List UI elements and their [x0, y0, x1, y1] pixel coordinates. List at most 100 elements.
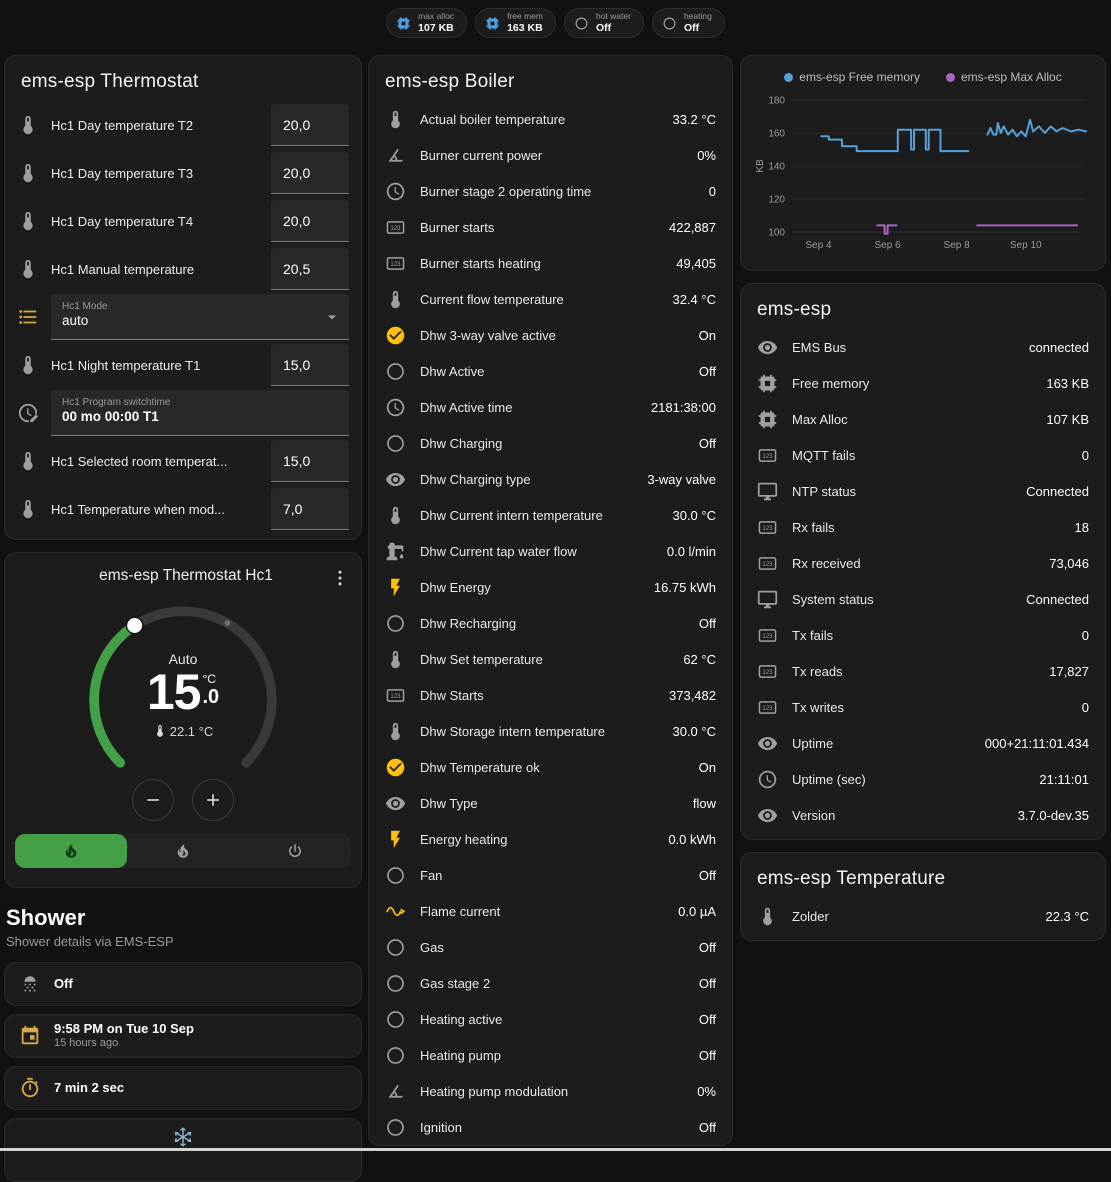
mode-select[interactable]: Hc1 Modeauto — [51, 294, 349, 340]
entity-row-dhw-set-temperature[interactable]: Dhw Set temperature62 °C — [369, 641, 732, 677]
entity-row-energy-heating[interactable]: Energy heating0.0 kWh — [369, 821, 732, 857]
entity-row-mqtt-fails[interactable]: 123MQTT fails0 — [741, 437, 1105, 473]
entity-row-ignition[interactable]: IgnitionOff — [369, 1109, 732, 1145]
entity-label: Dhw Current tap water flow — [420, 544, 653, 559]
legend-item-ems-esp-max-alloc[interactable]: ems-esp Max Alloc — [946, 70, 1062, 84]
entity-label: Hc1 Day temperature T4 — [51, 214, 259, 229]
flame-icon — [174, 842, 192, 860]
counter-icon: 123 — [757, 445, 778, 466]
entity-row-dhw-type[interactable]: Dhw Typeflow — [369, 785, 732, 821]
text-input[interactable]: Hc1 Program switchtime00 mo 00:00 T1 — [51, 390, 349, 436]
circle-outline-icon — [385, 1045, 406, 1066]
entity-row-flame-current[interactable]: Flame current0.0 µA — [369, 893, 732, 929]
status-chip-bar: max alloc107 KB free mem163 KB hot waterOf… — [0, 8, 1111, 38]
number-input[interactable]: 20,0 — [271, 104, 349, 146]
entity-row-max-alloc[interactable]: Max Alloc107 KB — [741, 401, 1105, 437]
mode-heat-button[interactable] — [127, 834, 239, 868]
svg-text:120: 120 — [768, 195, 785, 206]
number-input[interactable]: 20,0 — [271, 152, 349, 194]
svg-text:123: 123 — [390, 260, 401, 267]
entity-row-zolder[interactable]: Zolder22.3 °C — [741, 898, 1105, 934]
entity-row-burner-current-power[interactable]: Burner current power0% — [369, 137, 732, 173]
entity-label: System status — [792, 592, 1012, 607]
menu-dots-icon[interactable] — [329, 567, 351, 589]
entity-row-dhw-charging-type[interactable]: Dhw Charging type3-way valve — [369, 461, 732, 497]
entity-row-uptime[interactable]: Uptime000+21:11:01.434 — [741, 725, 1105, 761]
entity-value: 373,482 — [669, 688, 716, 703]
dial-current-temp-dot — [225, 620, 231, 626]
entity-row-dhw-temperature-ok[interactable]: Dhw Temperature okOn — [369, 749, 732, 785]
entity-row-dhw-current-tap-water-flow[interactable]: Dhw Current tap water flow0.0 l/min — [369, 533, 732, 569]
entity-row-free-memory[interactable]: Free memory163 KB — [741, 365, 1105, 401]
temp-decrease-button[interactable] — [132, 779, 174, 821]
entity-row-gas[interactable]: GasOff — [369, 929, 732, 965]
entity-row-dhw-active[interactable]: Dhw ActiveOff — [369, 353, 732, 389]
entity-row-dhw-current-intern-temperature[interactable]: Dhw Current intern temperature30.0 °C — [369, 497, 732, 533]
thermometer-icon — [757, 906, 778, 927]
entity-row-fan[interactable]: FanOff — [369, 857, 732, 893]
svg-text:Sep 4: Sep 4 — [805, 240, 832, 251]
shower-card-7-min-2-sec[interactable]: 7 min 2 sec — [4, 1066, 362, 1110]
entity-row-dhw-storage-intern-temperature[interactable]: Dhw Storage intern temperature30.0 °C — [369, 713, 732, 749]
entity-row-heating-pump-modulation[interactable]: Heating pump modulation0% — [369, 1073, 732, 1109]
mode-off-button[interactable] — [239, 834, 351, 868]
entity-label: Dhw Active — [420, 364, 685, 379]
shower-card-off[interactable]: Off — [4, 962, 362, 1006]
legend-item-ems-esp-free-memory[interactable]: ems-esp Free memory — [784, 70, 920, 84]
svg-text:Sep 10: Sep 10 — [1010, 240, 1042, 251]
number-input[interactable]: 20,0 — [271, 200, 349, 242]
entity-row-heating-active[interactable]: Heating active Off — [369, 1001, 732, 1037]
entity-row-tx-writes[interactable]: 123Tx writes0 — [741, 689, 1105, 725]
entity-row-ems-bus[interactable]: EMS Busconnected — [741, 329, 1105, 365]
boiler-rows: Actual boiler temperature33.2 °CBurner c… — [369, 101, 732, 1145]
thermostat-dial-card: ems-esp Thermostat Hc1 Auto 15 °C .0 — [4, 552, 362, 888]
entity-row-dhw-charging[interactable]: Dhw ChargingOff — [369, 425, 732, 461]
status-chip-free-mem[interactable]: free mem163 KB — [475, 8, 556, 38]
shower-card-9-58-pm-on-tue-10-sep[interactable]: 9:58 PM on Tue 10 Sep15 hours ago — [4, 1014, 362, 1058]
dial-setpoint-handle[interactable] — [126, 617, 142, 633]
entity-row-uptime-sec[interactable]: Uptime (sec)21:11:01 — [741, 761, 1105, 797]
entity-row-gas-stage-2[interactable]: Gas stage 2Off — [369, 965, 732, 1001]
number-input[interactable]: 7,0 — [271, 488, 349, 530]
entity-row-ntp-status[interactable]: NTP statusConnected — [741, 473, 1105, 509]
entity-row-dhw-energy[interactable]: Dhw Energy16.75 kWh — [369, 569, 732, 605]
entity-row-version[interactable]: Version3.7.0-dev.35 — [741, 797, 1105, 833]
entity-row-burner-starts-heating[interactable]: 123Burner starts heating49,405 — [369, 245, 732, 281]
entity-row-dhw-recharging[interactable]: Dhw RechargingOff — [369, 605, 732, 641]
mode-auto-button[interactable] — [15, 834, 127, 868]
entity-row-heating-pump[interactable]: Heating pumpOff — [369, 1037, 732, 1073]
thermostat-dial[interactable]: Auto 15 °C .0 22.1 °C — [69, 589, 297, 811]
circle-outline-icon — [385, 1009, 406, 1030]
entity-label: Flame current — [420, 904, 664, 919]
entity-row-burner-starts[interactable]: 123Burner starts422,887 — [369, 209, 732, 245]
entity-label: Heating active — [420, 1012, 685, 1027]
entity-row-rx-fails[interactable]: 123Rx fails18 — [741, 509, 1105, 545]
entity-row-dhw-3-way-valve-active[interactable]: Dhw 3-way valve activeOn — [369, 317, 732, 353]
number-input[interactable]: 15,0 — [271, 440, 349, 482]
entity-row-dhw-active-time[interactable]: Dhw Active time2181:38:00 — [369, 389, 732, 425]
entity-row-current-flow-temperature[interactable]: Current flow temperature32.4 °C — [369, 281, 732, 317]
status-chip-max-alloc[interactable]: max alloc107 KB — [386, 8, 467, 38]
hvac-mode-row — [15, 834, 351, 868]
entity-value: Off — [699, 1012, 716, 1027]
entity-row-burner-stage-2-operating-time[interactable]: Burner stage 2 operating time0 — [369, 173, 732, 209]
entity-label: Ignition — [420, 1120, 685, 1135]
svg-text:123: 123 — [762, 560, 773, 567]
status-chip-heating[interactable]: heatingOff — [652, 8, 725, 38]
entity-row-system-status[interactable]: System statusConnected — [741, 581, 1105, 617]
dial-active-arc — [94, 625, 135, 762]
snowflake-icon — [172, 1126, 194, 1148]
dial-ring[interactable] — [69, 589, 297, 811]
entity-label: NTP status — [792, 484, 1012, 499]
entity-row-rx-received[interactable]: 123Rx received73,046 — [741, 545, 1105, 581]
temp-increase-button[interactable] — [192, 779, 234, 821]
entity-row-actual-boiler-temperature[interactable]: Actual boiler temperature33.2 °C — [369, 101, 732, 137]
entity-row-tx-reads[interactable]: 123Tx reads17,827 — [741, 653, 1105, 689]
entity-row-tx-fails[interactable]: 123Tx fails0 — [741, 617, 1105, 653]
number-input[interactable]: 20,5 — [271, 248, 349, 290]
thermometer-icon — [385, 289, 406, 310]
entity-row-dhw-starts[interactable]: 123Dhw Starts373,482 — [369, 677, 732, 713]
entity-value: 000+21:11:01.434 — [985, 736, 1089, 751]
status-chip-hot-water[interactable]: hot waterOff — [564, 8, 644, 38]
number-input[interactable]: 15,0 — [271, 344, 349, 386]
